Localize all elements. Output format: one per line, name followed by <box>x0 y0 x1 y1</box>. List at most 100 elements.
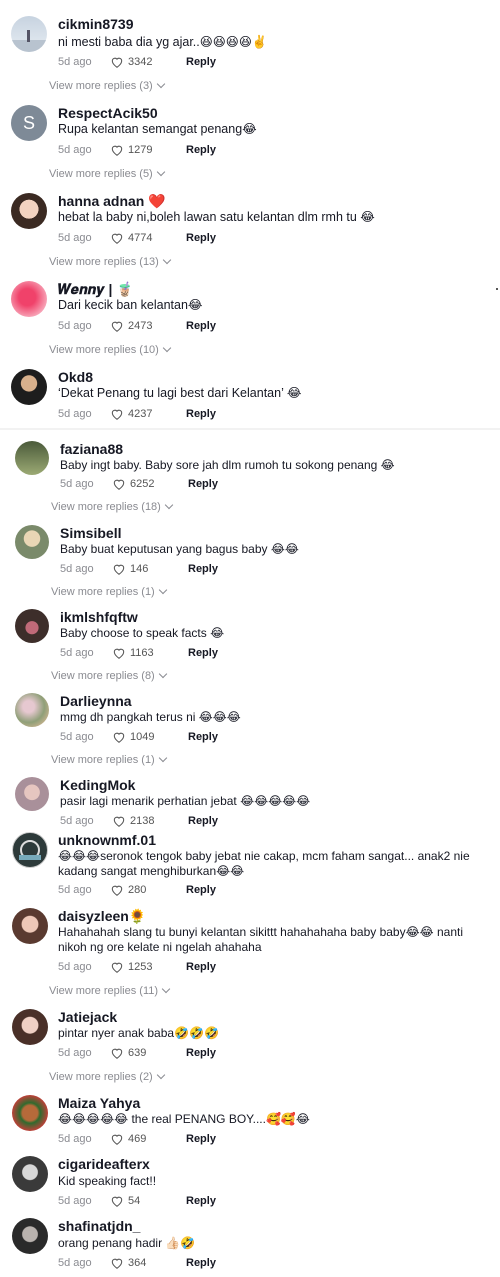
reply-button[interactable]: Reply <box>186 1195 216 1207</box>
reply-button[interactable]: Reply <box>186 884 216 896</box>
comment-meta: 5d ago 4774 Reply <box>58 231 216 245</box>
heart-outline-icon[interactable] <box>110 1194 124 1208</box>
comment-username[interactable]: Darlieynna <box>60 693 132 709</box>
reply-button[interactable]: Reply <box>186 1257 216 1269</box>
heart-outline-icon[interactable] <box>110 407 124 421</box>
avatar[interactable] <box>15 777 49 811</box>
avatar[interactable] <box>15 693 49 727</box>
comment-age: 5d ago <box>58 408 92 420</box>
reply-button[interactable]: Reply <box>188 478 218 490</box>
comment-username[interactable]: daisyzleen🌻 <box>58 908 146 925</box>
comment-username[interactable]: ikmlshfqftw <box>60 609 138 625</box>
comment-age: 5d ago <box>58 884 92 896</box>
comment-username[interactable]: RespectAcik50 <box>58 105 158 121</box>
heart-outline-icon[interactable] <box>112 562 126 576</box>
reply-button[interactable]: Reply <box>186 232 216 244</box>
comment-username[interactable]: KedingMok <box>60 777 135 793</box>
comment-username[interactable]: Jatiejack <box>58 1009 117 1025</box>
reply-button[interactable]: Reply <box>188 563 218 575</box>
comment-meta: 5d ago 146 Reply <box>60 562 218 576</box>
heart-outline-icon[interactable] <box>110 319 124 333</box>
avatar[interactable] <box>12 908 48 944</box>
like-count: 2138 <box>130 815 155 827</box>
like-count: 1163 <box>130 647 154 659</box>
heart-outline-icon[interactable] <box>110 883 124 897</box>
avatar[interactable] <box>12 1218 48 1254</box>
heart-outline-icon[interactable] <box>110 55 124 69</box>
heart-outline-icon[interactable] <box>112 646 126 660</box>
avatar[interactable] <box>12 1156 48 1192</box>
avatar[interactable] <box>12 1095 48 1131</box>
heart-outline-icon[interactable] <box>110 143 124 157</box>
view-more-replies[interactable]: View more replies (2) <box>49 1070 165 1083</box>
comment-username[interactable]: Simsibell <box>60 525 121 541</box>
comment-username[interactable]: hanna adnan ❤️ <box>58 193 166 210</box>
view-more-replies[interactable]: View more replies (3) <box>49 79 165 92</box>
reply-button[interactable]: Reply <box>188 731 218 743</box>
comment-text: pintar nyer anak baba🤣🤣🤣 <box>58 1026 219 1040</box>
comment-age: 5d ago <box>60 647 94 659</box>
heart-outline-icon[interactable] <box>112 730 126 744</box>
avatar[interactable] <box>11 16 47 52</box>
comment-meta: 5d ago 6252 Reply <box>60 477 218 491</box>
heart-outline-icon[interactable] <box>110 1046 124 1060</box>
view-more-replies[interactable]: View more replies (13) <box>49 255 172 268</box>
reply-button[interactable]: Reply <box>186 320 216 332</box>
comment-age: 5d ago <box>60 563 94 575</box>
like-count: 54 <box>128 1195 141 1207</box>
view-more-replies-label: View more replies (13) <box>49 256 159 268</box>
reply-button[interactable]: Reply <box>186 1133 216 1145</box>
avatar[interactable] <box>12 832 48 868</box>
avatar[interactable] <box>15 441 49 475</box>
view-more-replies[interactable]: View more replies (5) <box>49 167 165 180</box>
view-more-replies[interactable]: View more replies (1) <box>51 753 167 766</box>
comment-username[interactable]: unknownmf.01 <box>58 832 156 848</box>
comment-text: ‘Dekat Penang tu lagi best dari Kelantan… <box>58 386 302 400</box>
reply-button[interactable]: Reply <box>186 961 216 973</box>
avatar[interactable] <box>12 1009 48 1045</box>
comment-meta: 5d ago 1253 Reply <box>58 960 216 974</box>
comment-text: 😂😂😂seronok tengok baby jebat nie cakap, … <box>58 849 470 863</box>
reply-button[interactable]: Reply <box>188 647 218 659</box>
comment-meta: 5d ago 4237 Reply <box>58 407 216 421</box>
comment-username[interactable]: 𝑾𝒆𝒏𝒏𝒚 | 🧋 <box>58 281 134 298</box>
avatar[interactable] <box>11 281 47 317</box>
view-more-replies[interactable]: View more replies (18) <box>51 500 174 513</box>
view-more-replies[interactable]: View more replies (10) <box>49 343 172 356</box>
chevron-down-icon <box>158 753 167 763</box>
avatar-photo-icon <box>11 30 47 52</box>
avatar[interactable] <box>11 193 47 229</box>
reply-button[interactable]: Reply <box>186 408 216 420</box>
heart-outline-icon[interactable] <box>112 814 126 828</box>
comment-username[interactable]: faziana88 <box>60 441 123 457</box>
reply-button[interactable]: Reply <box>186 1047 216 1059</box>
avatar[interactable] <box>11 369 47 405</box>
comment-meta: 5d ago 54 Reply <box>58 1194 216 1208</box>
reply-button[interactable]: Reply <box>188 815 218 827</box>
reply-button[interactable]: Reply <box>186 144 216 156</box>
comment-meta: 5d ago 3342 Reply <box>58 55 216 69</box>
heart-outline-icon[interactable] <box>110 1132 124 1146</box>
avatar[interactable]: S <box>11 105 47 141</box>
view-more-replies[interactable]: View more replies (11) <box>49 984 171 997</box>
like-count: 3342 <box>128 56 153 68</box>
heart-outline-icon[interactable] <box>110 231 124 245</box>
comment-age: 5d ago <box>58 232 92 244</box>
comment-meta: 5d ago 639 Reply <box>58 1046 216 1060</box>
comment-username[interactable]: cigarideafterx <box>58 1156 150 1172</box>
comment-username[interactable]: Maiza Yahya <box>58 1095 140 1111</box>
comment-username[interactable]: shafinatjdn_ <box>58 1218 140 1234</box>
heart-outline-icon[interactable] <box>110 1256 124 1270</box>
comment-username[interactable]: cikmin8739 <box>58 16 134 32</box>
view-more-replies-label: View more replies (2) <box>49 1071 153 1083</box>
view-more-replies[interactable]: View more replies (8) <box>51 669 167 682</box>
view-more-replies[interactable]: View more replies (1) <box>51 585 167 598</box>
avatar[interactable] <box>15 525 49 559</box>
avatar[interactable] <box>15 609 49 643</box>
chevron-down-icon <box>156 167 165 177</box>
comment-username[interactable]: Okd8 <box>58 369 93 385</box>
heart-outline-icon[interactable] <box>112 477 126 491</box>
heart-outline-icon[interactable] <box>110 960 124 974</box>
view-more-replies-label: View more replies (8) <box>51 670 155 682</box>
reply-button[interactable]: Reply <box>186 56 216 68</box>
